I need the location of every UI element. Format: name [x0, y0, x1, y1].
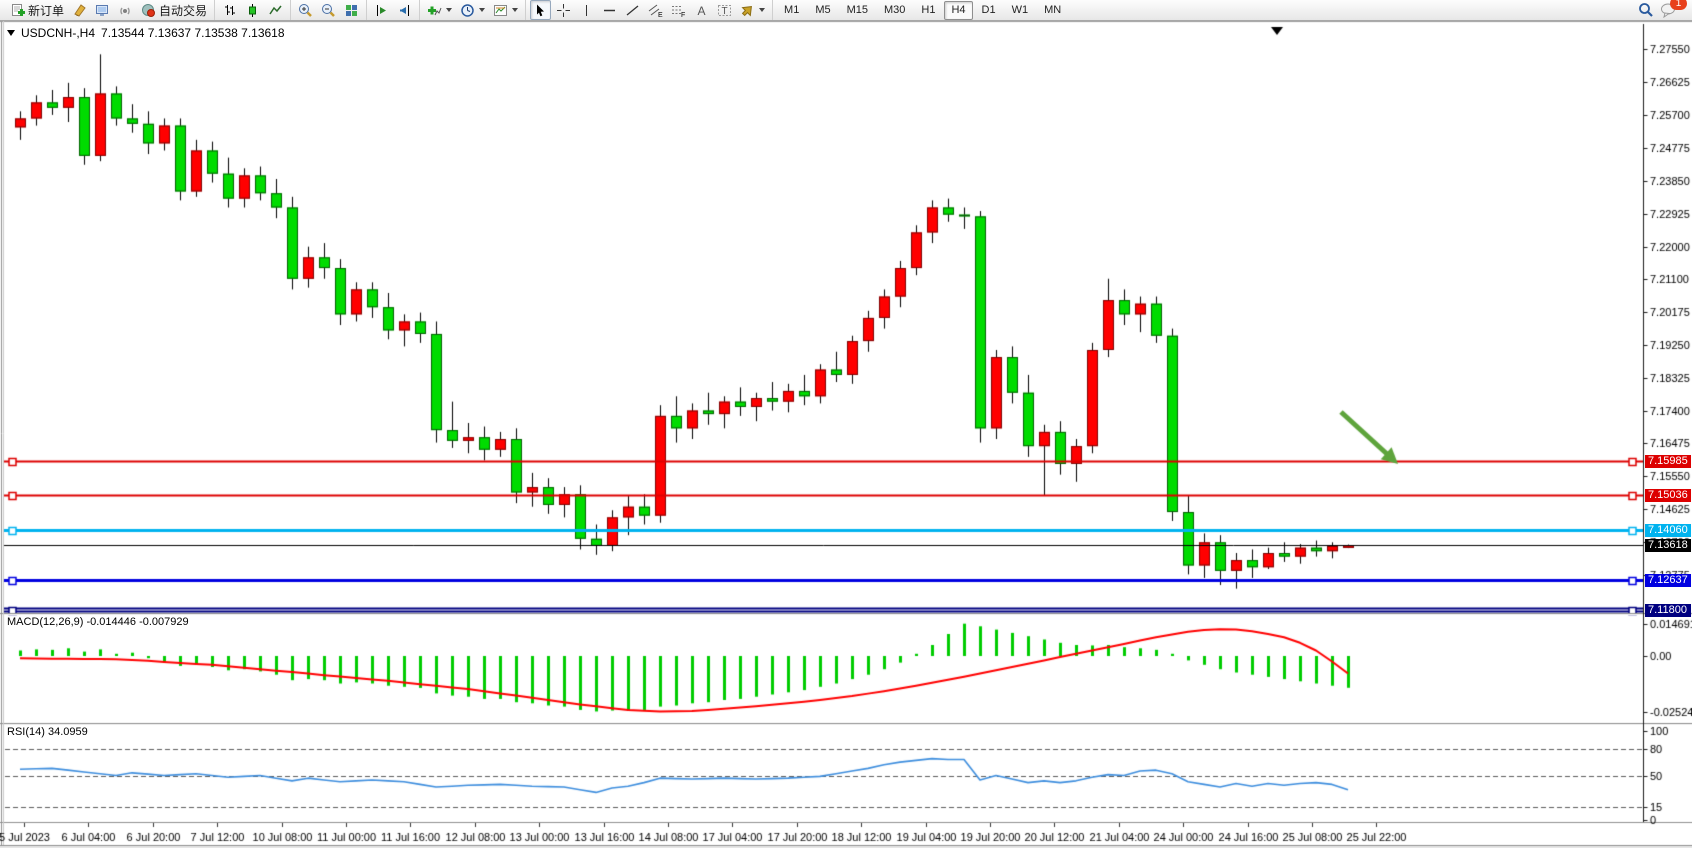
highlighter-icon	[72, 3, 87, 18]
templates-icon	[493, 3, 508, 18]
horizontal-line-icon	[602, 3, 617, 18]
price-line-label[interactable]: 7.13618	[1645, 539, 1691, 552]
periods-dropdown-caret[interactable]	[479, 8, 485, 12]
autotrading-label: 自动交易	[159, 2, 207, 19]
price-chart-canvas[interactable]	[0, 0, 1692, 848]
text-label-button[interactable]: T	[714, 0, 735, 20]
horizontal-line-button[interactable]	[599, 0, 620, 20]
autotrading-icon	[141, 3, 156, 18]
text-icon: A	[694, 3, 709, 18]
new-order-button[interactable]: 新订单	[7, 0, 67, 20]
equidistant-channel-icon: E	[648, 3, 663, 18]
price-line-label[interactable]: 7.15985	[1645, 455, 1691, 468]
templates-button[interactable]	[490, 0, 521, 20]
highlighter-button[interactable]	[69, 0, 90, 20]
price-line-label[interactable]: 7.12637	[1645, 574, 1691, 587]
line-chart-icon	[268, 3, 283, 18]
candlestick-chart-icon	[245, 3, 260, 18]
tf-m30[interactable]: M30	[877, 1, 912, 20]
fibonacci-button[interactable]: F	[668, 0, 689, 20]
tf-d1[interactable]: D1	[975, 1, 1003, 20]
tf-mn[interactable]: MN	[1037, 1, 1068, 20]
chart-menu-triangle-icon[interactable]	[7, 30, 15, 36]
arrows-dropdown-caret[interactable]	[759, 8, 765, 12]
cursor-icon	[533, 3, 548, 18]
main-toolbar: 新订单 自动交易	[0, 0, 1692, 21]
auto-scroll-button[interactable]	[371, 0, 392, 20]
templates-dropdown-caret[interactable]	[512, 8, 518, 12]
chat-unread-badge: 1	[1670, 0, 1687, 10]
price-line-label[interactable]: 7.14060	[1645, 524, 1691, 537]
new-order-label: 新订单	[28, 2, 64, 19]
trendline-button[interactable]	[622, 0, 643, 20]
history-center-icon	[95, 3, 110, 18]
vertical-line-button[interactable]	[576, 0, 597, 20]
svg-text:A: A	[698, 4, 706, 18]
text-button[interactable]: A	[691, 0, 712, 20]
tile-windows-icon	[344, 3, 359, 18]
zoom-in-icon	[298, 3, 313, 18]
tf-m15[interactable]: M15	[840, 1, 875, 20]
svg-text:T: T	[722, 6, 728, 17]
trendline-icon	[625, 3, 640, 18]
tf-h1[interactable]: H1	[914, 1, 942, 20]
auto-scroll-icon	[374, 3, 389, 18]
text-label-icon: T	[717, 3, 732, 18]
indicators-button[interactable]	[424, 0, 455, 20]
rsi-indicator-label: RSI(14) 34.0959	[7, 726, 88, 738]
periods-button[interactable]	[457, 0, 488, 20]
arrows-button[interactable]	[737, 0, 768, 20]
chart-shift-icon	[397, 3, 412, 18]
arrows-icon	[740, 3, 755, 18]
chat-button[interactable]: 1	[1657, 0, 1681, 20]
equidistant-channel-button[interactable]: E	[645, 0, 666, 20]
price-line-label[interactable]: 7.15036	[1645, 489, 1691, 502]
search-icon	[1638, 2, 1654, 18]
zoom-in-button[interactable]	[295, 0, 316, 20]
tf-h4[interactable]: H4	[944, 1, 972, 20]
autotrading-button[interactable]: 自动交易	[138, 0, 210, 20]
signals-icon	[118, 3, 133, 18]
chart-title: USDCNH-,H4 7.13544 7.13637 7.13538 7.136…	[7, 26, 285, 40]
chart-shift-button[interactable]	[394, 0, 415, 20]
indicators-icon	[427, 3, 442, 18]
line-chart-button[interactable]	[265, 0, 286, 20]
svg-text:F: F	[681, 12, 685, 18]
crosshair-icon	[556, 3, 571, 18]
timeframe-group: M1 M5 M15 M30 H1 H4 D1 W1 MN	[773, 0, 1072, 20]
signals-button[interactable]	[115, 0, 136, 20]
crosshair-button[interactable]	[553, 0, 574, 20]
periods-icon	[460, 3, 475, 18]
bar-chart-icon	[222, 3, 237, 18]
chart-ohlc-values: 7.13544 7.13637 7.13538 7.13618	[101, 26, 285, 40]
fibonacci-icon: F	[671, 3, 686, 18]
bar-chart-button[interactable]	[219, 0, 240, 20]
price-line-label[interactable]: 7.11800	[1645, 604, 1691, 617]
candlestick-chart-button[interactable]	[242, 0, 263, 20]
history-center-button[interactable]	[92, 0, 113, 20]
tf-m1[interactable]: M1	[777, 1, 806, 20]
svg-text:E: E	[658, 12, 663, 18]
tile-windows-button[interactable]	[341, 0, 362, 20]
macd-indicator-label: MACD(12,26,9) -0.014446 -0.007929	[7, 616, 189, 628]
tf-w1[interactable]: W1	[1005, 1, 1036, 20]
zoom-out-button[interactable]	[318, 0, 339, 20]
search-button[interactable]	[1635, 0, 1657, 20]
tf-m5[interactable]: M5	[808, 1, 837, 20]
trading-terminal-window: 新订单 自动交易	[0, 0, 1692, 848]
new-order-icon	[10, 3, 25, 18]
chart-symbol-period: USDCNH-,H4	[21, 26, 95, 40]
cursor-button[interactable]	[530, 0, 551, 20]
vertical-line-icon	[579, 3, 594, 18]
zoom-out-icon	[321, 3, 336, 18]
indicators-dropdown-caret[interactable]	[446, 8, 452, 12]
